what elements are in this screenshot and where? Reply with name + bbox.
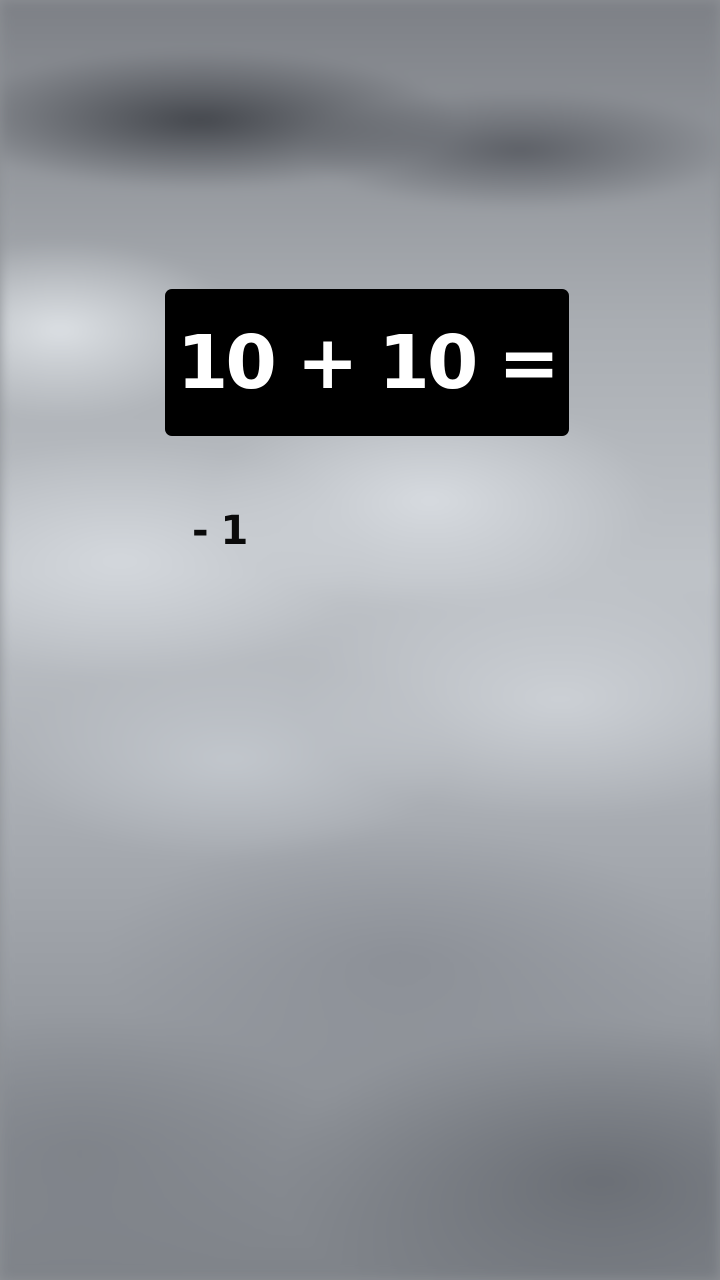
question-text: 10 + 10 = xyxy=(176,319,560,406)
blurred-background xyxy=(0,0,720,1280)
question-box: 10 + 10 = xyxy=(165,289,569,436)
answer-option: - 1 xyxy=(192,508,248,554)
